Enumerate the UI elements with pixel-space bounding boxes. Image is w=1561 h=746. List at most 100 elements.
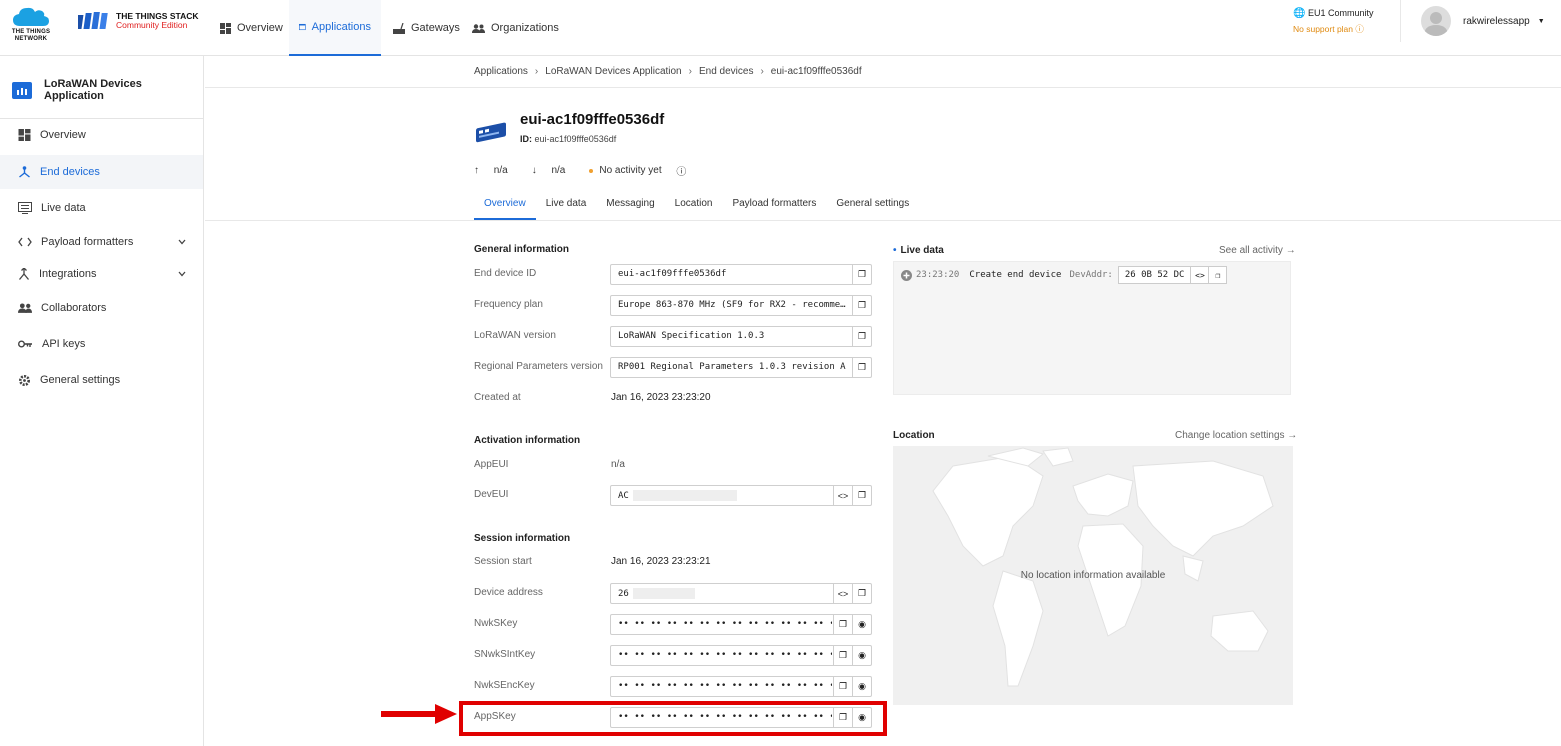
breadcrumb-current: eui-ac1f09fffe0536df bbox=[770, 66, 862, 77]
people-icon bbox=[18, 303, 32, 313]
toggle-format-button[interactable]: <> bbox=[1190, 267, 1208, 283]
gear-icon bbox=[19, 374, 30, 386]
copy-button[interactable]: ❐ bbox=[852, 327, 871, 346]
chevron-right-icon: › bbox=[534, 66, 539, 77]
sidebar-app-title[interactable]: LoRaWAN Devices Application bbox=[12, 78, 203, 102]
top-bar: THE THINGS NETWORK THE THINGS STACK Comm… bbox=[0, 0, 1561, 56]
see-all-activity-link[interactable]: See all activity → bbox=[1219, 245, 1296, 256]
activation-info-heading: Activation information bbox=[474, 435, 581, 446]
field-label: Frequency plan bbox=[474, 299, 543, 310]
copy-button[interactable]: ❐ bbox=[1208, 267, 1226, 283]
field-label: Regional Parameters version bbox=[474, 361, 603, 372]
copy-button[interactable]: ❐ bbox=[833, 677, 852, 696]
copy-icon: ❐ bbox=[857, 269, 867, 279]
location-title: Location bbox=[893, 430, 935, 441]
breadcrumb-item[interactable]: Applications bbox=[474, 66, 528, 77]
device-icon bbox=[476, 122, 506, 143]
copy-icon: ❐ bbox=[838, 681, 848, 691]
tab-general-settings[interactable]: General settings bbox=[826, 188, 919, 220]
event-row[interactable]: 23:23:20 Create end device DevAddr: 26 0… bbox=[901, 266, 1228, 284]
nav-label: Gateways bbox=[411, 22, 460, 34]
toggle-format-button[interactable]: <> bbox=[833, 486, 852, 505]
nav-label: Organizations bbox=[491, 22, 559, 34]
plus-circle-icon bbox=[901, 269, 912, 281]
snwksintkey-field: •• •• •• •• •• •• •• •• •• •• •• •• •• •… bbox=[610, 645, 872, 666]
tab-overview[interactable]: Overview bbox=[474, 188, 536, 220]
location-map[interactable]: No location information available bbox=[893, 446, 1293, 705]
sidebar-item-live-data[interactable]: Live data bbox=[0, 191, 203, 225]
sidebar-item-label: Live data bbox=[41, 202, 86, 214]
sidebar-item-overview[interactable]: Overview bbox=[0, 118, 203, 152]
tab-location[interactable]: Location bbox=[665, 188, 723, 220]
sidebar-item-collaborators[interactable]: Collaborators bbox=[0, 291, 203, 325]
sidebar-item-label: Overview bbox=[40, 129, 86, 141]
divider bbox=[205, 220, 1561, 221]
nav-overview[interactable]: Overview bbox=[210, 0, 293, 56]
nav-organizations[interactable]: Organizations bbox=[462, 0, 569, 56]
tab-messaging[interactable]: Messaging bbox=[596, 188, 664, 220]
breadcrumb-item[interactable]: LoRaWAN Devices Application bbox=[545, 66, 681, 77]
toggle-format-button[interactable]: <> bbox=[833, 584, 852, 603]
chevron-right-icon: › bbox=[688, 66, 692, 77]
stack-edition: Community Edition bbox=[116, 20, 188, 30]
sidebar-item-integrations[interactable]: Integrations bbox=[0, 257, 203, 291]
eye-icon: ◉ bbox=[858, 619, 866, 629]
help-icon[interactable]: ⓘ bbox=[676, 163, 686, 178]
event-key: DevAddr: bbox=[1069, 270, 1113, 280]
live-dot-icon: • bbox=[893, 245, 897, 256]
copy-button[interactable]: ❐ bbox=[852, 584, 871, 603]
nav-applications[interactable]: Applications bbox=[289, 0, 381, 56]
field-label: NwkSEncKey bbox=[474, 680, 535, 691]
breadcrumb: Applications › LoRaWAN Devices Applicatio… bbox=[474, 66, 862, 77]
sidebar-item-payload-formatters[interactable]: Payload formatters bbox=[0, 225, 203, 259]
globe-icon: 🌐 bbox=[1293, 8, 1306, 19]
frequency-plan-field: Europe 863-870 MHz (SF9 for RX2 - recomm… bbox=[610, 295, 872, 316]
device-id-value: eui-ac1f09fffe0536df bbox=[534, 134, 617, 144]
show-key-button[interactable]: ◉ bbox=[852, 646, 871, 665]
event-time: 23:23:20 bbox=[916, 270, 960, 280]
show-key-button[interactable]: ◉ bbox=[852, 615, 871, 634]
nav-gateways[interactable]: Gateways bbox=[383, 0, 470, 56]
caret-down-icon: ▼ bbox=[1537, 17, 1545, 25]
chevron-right-icon: › bbox=[760, 66, 764, 77]
field-label: LoRaWAN version bbox=[474, 330, 556, 341]
copy-button[interactable]: ❐ bbox=[852, 358, 871, 377]
no-location-message: No location information available bbox=[1020, 570, 1166, 581]
copy-button[interactable]: ❐ bbox=[833, 615, 852, 634]
page-title: eui-ac1f09fffe0536df bbox=[520, 111, 665, 128]
show-key-button[interactable]: ◉ bbox=[852, 677, 871, 696]
field-label: NwkSKey bbox=[474, 618, 518, 629]
session-start-value: Jan 16, 2023 23:23:21 bbox=[611, 556, 711, 567]
field-label: End device ID bbox=[474, 268, 537, 279]
end-device-id-field: eui-ac1f09fffe0536df ❐ bbox=[610, 264, 872, 285]
field-label: Created at bbox=[474, 392, 521, 403]
field-value: AC bbox=[618, 491, 629, 501]
arrow-up-icon: ↑ bbox=[474, 165, 479, 176]
field-label: DevEUI bbox=[474, 489, 509, 500]
copy-icon: ❐ bbox=[838, 650, 848, 660]
change-location-link[interactable]: Change location settings → bbox=[1175, 430, 1297, 441]
region-label: EU1 Community bbox=[1307, 8, 1374, 18]
ttn-logo[interactable]: THE THINGS NETWORK bbox=[10, 4, 52, 46]
copy-icon: ❐ bbox=[857, 331, 867, 341]
region-selector[interactable]: 🌐 EU1 Community No support plan ⓘ bbox=[1293, 8, 1374, 35]
tab-payload-formatters[interactable]: Payload formatters bbox=[722, 188, 826, 220]
tab-live-data[interactable]: Live data bbox=[536, 188, 597, 220]
copy-button[interactable]: ❐ bbox=[852, 296, 871, 315]
ttn-logo-text: THE THINGS NETWORK bbox=[11, 29, 51, 42]
sidebar-item-api-keys[interactable]: API keys bbox=[0, 327, 203, 361]
breadcrumb-item[interactable]: End devices bbox=[699, 66, 753, 77]
field-value: RP001 Regional Parameters 1.0.3 revision… bbox=[618, 362, 846, 372]
dashboard-icon bbox=[220, 22, 231, 34]
application-icon bbox=[12, 81, 32, 99]
event-type: Create end device bbox=[969, 270, 1062, 280]
sidebar-item-end-devices[interactable]: End devices bbox=[0, 155, 203, 189]
copy-button[interactable]: ❐ bbox=[833, 646, 852, 665]
user-menu[interactable]: rakwirelessapp ▼ bbox=[1400, 0, 1561, 42]
stack-logo[interactable]: THE THINGS STACK Community Edition bbox=[78, 10, 198, 32]
copy-button[interactable]: ❐ bbox=[852, 486, 871, 505]
sidebar-item-general-settings[interactable]: General settings bbox=[0, 363, 203, 397]
arrow-down-icon: ↓ bbox=[531, 165, 537, 176]
application-icon bbox=[299, 23, 306, 31]
copy-button[interactable]: ❐ bbox=[852, 265, 871, 284]
